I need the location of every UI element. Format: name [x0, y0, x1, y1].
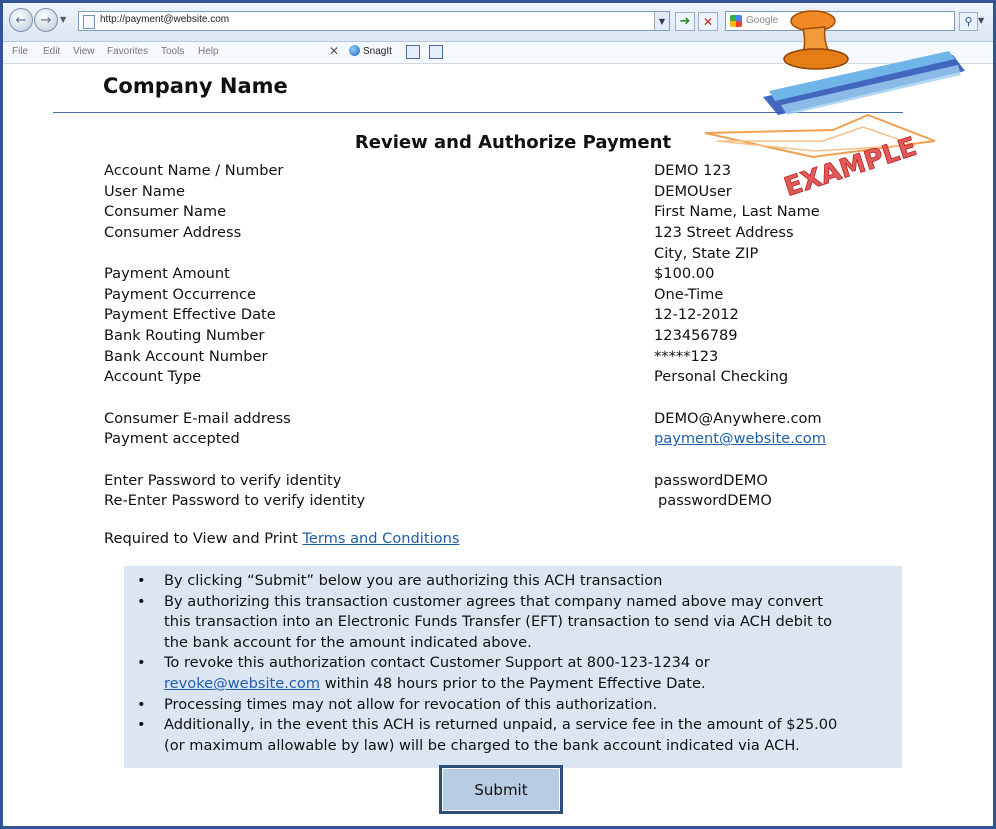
- notice-text: within 48 hours prior to the Payment Eff…: [320, 674, 706, 692]
- notice-text: To revoke this authorization contact Cus…: [164, 654, 710, 672]
- notice-item: • Additionally, in the event this ACH is …: [137, 715, 902, 756]
- forward-button[interactable]: →: [34, 8, 58, 32]
- label-consumer-address: Consumer Address: [104, 223, 242, 241]
- notice-item: • Processing times may not allow for revo…: [137, 695, 902, 716]
- forward-arrow-icon: →: [40, 12, 52, 28]
- menu-file[interactable]: File: [12, 46, 28, 57]
- payment-accepted-link[interactable]: payment@website.com: [654, 430, 826, 447]
- value-address-line2: City, State ZIP: [654, 244, 759, 262]
- address-bar[interactable]: http://payment@website.com ▼: [78, 11, 670, 31]
- snagit-icon: [349, 45, 360, 56]
- label-payment-accepted: Payment accepted: [104, 430, 240, 448]
- capture-edit-icon[interactable]: [429, 45, 443, 59]
- label-payment-amount: Payment Amount: [104, 265, 230, 283]
- value-account: DEMO 123: [654, 162, 732, 179]
- revoke-email-link[interactable]: revoke@website.com: [164, 675, 320, 692]
- back-arrow-icon: ←: [15, 12, 27, 28]
- value-account-type: Personal Checking: [654, 368, 789, 386]
- notice-list: • By clicking “Submit” below you are auth…: [124, 566, 902, 756]
- company-name: Company Name: [103, 74, 288, 98]
- value-payment-amount: $100.00: [654, 265, 715, 283]
- terms-prefix: Required to View and Print: [104, 530, 303, 547]
- label-routing-number: Bank Routing Number: [104, 327, 265, 345]
- spacer-row: [104, 451, 864, 472]
- menu-edit[interactable]: Edit: [43, 46, 60, 57]
- value-payment-occurrence: One-Time: [654, 285, 724, 303]
- notice-item: • To revoke this authorization contact Cu…: [137, 653, 902, 694]
- row-payment-occurrence: Payment Occurrence One-Time: [104, 286, 864, 307]
- menu-view[interactable]: View: [73, 46, 95, 57]
- label-consumer-name: Consumer Name: [104, 203, 227, 221]
- address-input[interactable]: http://payment@website.com: [100, 14, 229, 25]
- notice-item: • By clicking “Submit” below you are auth…: [137, 571, 902, 592]
- terms-link[interactable]: Terms and Conditions: [302, 530, 459, 547]
- go-button[interactable]: ➜: [675, 12, 695, 31]
- value-email: DEMO@Anywhere.com: [654, 409, 822, 427]
- close-toolbar-icon[interactable]: ✕: [329, 44, 339, 58]
- row-effective-date: Payment Effective Date 12-12-2012: [104, 306, 864, 327]
- label-account: Account Name / Number: [104, 162, 284, 179]
- row-account: Account Name / Number DEMO 123: [104, 162, 864, 183]
- row-consumer-address: Consumer Address 123 Street Address: [104, 224, 864, 245]
- page-icon: [83, 15, 95, 29]
- label-account-number: Bank Account Number: [104, 347, 268, 365]
- value-effective-date: 12-12-2012: [654, 306, 739, 324]
- value-address-line1: 123 Street Address: [654, 223, 794, 241]
- bullet: •: [137, 572, 146, 589]
- go-arrow-icon: ➜: [679, 14, 691, 29]
- address-dropdown-icon[interactable]: ▼: [654, 12, 669, 30]
- snagit-label: SnagIt: [363, 46, 392, 57]
- row-account-type: Account Type Personal Checking: [104, 368, 864, 389]
- snagit-button[interactable]: SnagIt: [349, 45, 392, 57]
- terms-line: Required to View and Print Terms and Con…: [104, 530, 459, 547]
- label-email: Consumer E-mail address: [104, 409, 291, 427]
- capture-icon[interactable]: [406, 45, 420, 59]
- value-consumer-name: First Name, Last Name: [654, 203, 820, 221]
- password-confirm-field[interactable]: passwordDEMO: [658, 492, 772, 509]
- label-password-confirm: Re-Enter Password to verify identity: [104, 492, 366, 510]
- value-account-number: *****123: [654, 347, 719, 365]
- notice-text: By clicking “Submit” below you are autho…: [164, 572, 663, 589]
- authorization-notice: • By clicking “Submit” below you are auth…: [124, 566, 902, 768]
- label-password: Enter Password to verify identity: [104, 471, 342, 489]
- label-payment-occurrence: Payment Occurrence: [104, 285, 256, 303]
- value-user-name: DEMOUser: [654, 182, 732, 200]
- menu-help[interactable]: Help: [198, 46, 219, 57]
- bullet: •: [137, 695, 146, 713]
- notice-text: By authorizing this transaction customer…: [164, 592, 833, 651]
- notice-text: Additionally, in the event this ACH is r…: [164, 716, 838, 754]
- row-address-line2: City, State ZIP: [104, 245, 864, 266]
- payment-details: Account Name / Number DEMO 123 User Name D…: [104, 162, 864, 513]
- back-button[interactable]: ←: [9, 8, 33, 32]
- menu-tools[interactable]: Tools: [161, 46, 184, 57]
- bullet: •: [137, 716, 146, 734]
- label-account-type: Account Type: [104, 368, 202, 386]
- row-consumer-name: Consumer Name First Name, Last Name: [104, 203, 864, 224]
- history-dropdown-icon[interactable]: ▼: [60, 15, 66, 24]
- row-email: Consumer E-mail address DEMO@Anywhere.com: [104, 410, 864, 431]
- bullet: •: [137, 654, 146, 672]
- notice-text: Processing times may not allow for revoc…: [164, 695, 658, 713]
- menu-favorites[interactable]: Favorites: [107, 46, 148, 57]
- password-field[interactable]: passwordDEMO: [654, 472, 768, 489]
- screenshot-frame: ← → ▼ http://payment@website.com ▼ ➜ ✕ G…: [0, 0, 996, 829]
- row-user-name: User Name DEMOUser: [104, 183, 864, 204]
- bullet: •: [137, 592, 146, 610]
- value-routing-number: 123456789: [654, 327, 738, 345]
- stamp-handle-icon: [783, 10, 849, 70]
- row-account-number: Bank Account Number *****123: [104, 348, 864, 369]
- row-password: Enter Password to verify identity passwor…: [104, 472, 864, 493]
- row-payment-accepted: Payment accepted payment@website.com: [104, 430, 864, 451]
- label-effective-date: Payment Effective Date: [104, 306, 276, 324]
- row-routing-number: Bank Routing Number 123456789: [104, 327, 864, 348]
- label-user-name: User Name: [104, 182, 185, 200]
- spacer-row: [104, 389, 864, 410]
- row-password-confirm: Re-Enter Password to verify identity pass…: [104, 492, 864, 513]
- submit-button[interactable]: Submit: [439, 765, 563, 814]
- row-payment-amount: Payment Amount $100.00: [104, 265, 864, 286]
- notice-item: • By authorizing this transaction custome…: [137, 592, 902, 654]
